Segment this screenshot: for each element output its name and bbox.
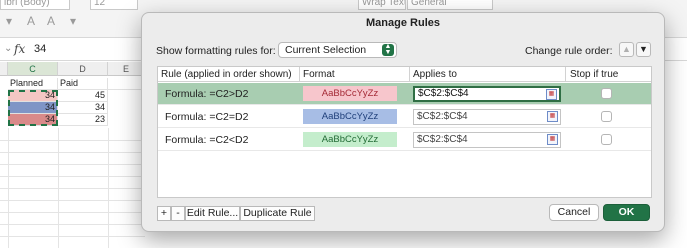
add-rule-button[interactable]: + bbox=[157, 206, 171, 221]
column-header-c[interactable]: C bbox=[8, 62, 58, 76]
gridline bbox=[0, 164, 145, 165]
applies-to-field[interactable]: $C$2:$C$4 ▦ bbox=[413, 86, 561, 102]
applies-to-value: $C$2:$C$4 bbox=[417, 134, 468, 145]
arrow-up-icon: ▲ bbox=[622, 44, 631, 54]
change-order-label: Change rule order: bbox=[525, 45, 613, 57]
rule-formula: Formula: =C2>D2 bbox=[165, 88, 249, 100]
column-header-rule: Rule (applied in order shown) bbox=[161, 69, 292, 80]
rules-list: Rule (applied in order shown) Format App… bbox=[157, 66, 652, 198]
font-shrink-icon[interactable]: A bbox=[44, 14, 58, 28]
remove-rule-button[interactable]: - bbox=[171, 206, 185, 221]
format-preview[interactable]: AaBbCcYyZz bbox=[303, 86, 397, 101]
edit-rule-button[interactable]: Edit Rule... bbox=[185, 206, 240, 221]
applies-to-field[interactable]: $C$2:$C$4 ▦ bbox=[413, 132, 561, 148]
gridline bbox=[0, 200, 145, 201]
stop-if-true-checkbox[interactable] bbox=[601, 134, 612, 145]
applies-to-value: $C$2:$C$4 bbox=[418, 88, 469, 99]
column-header-format: Format bbox=[303, 69, 335, 80]
cell-d2[interactable]: 45 bbox=[58, 90, 108, 102]
rules-scope-value: Current Selection bbox=[285, 44, 367, 56]
column-header-stop-if-true: Stop if true bbox=[570, 69, 619, 80]
up-down-arrows-icon: ▲ ▼ bbox=[382, 43, 394, 56]
rules-list-header: Rule (applied in order shown) Format App… bbox=[158, 67, 651, 82]
rule-row[interactable]: Formula: =C2=D2 AaBbCcYyZz $C$2:$C$4 ▦ bbox=[158, 106, 651, 128]
manage-rules-dialog: Manage Rules Show formatting rules for: … bbox=[141, 12, 665, 232]
column-divider bbox=[409, 67, 410, 82]
cancel-button[interactable]: Cancel bbox=[549, 204, 599, 221]
move-rule-down-button[interactable]: ▼ bbox=[636, 42, 651, 57]
rule-row[interactable]: Formula: =C2>D2 AaBbCcYyZz $C$2:$C$4 ▦ bbox=[158, 83, 651, 105]
format-preview[interactable]: AaBbCcYyZz bbox=[303, 109, 397, 124]
rule-row[interactable]: Formula: =C2<D2 AaBbCcYyZz $C$2:$C$4 ▦ bbox=[158, 129, 651, 151]
rule-formula: Formula: =C2<D2 bbox=[165, 134, 249, 146]
column-divider bbox=[299, 67, 300, 82]
ok-button[interactable]: OK bbox=[603, 204, 650, 221]
gridline bbox=[0, 212, 145, 213]
format-preview[interactable]: AaBbCcYyZz bbox=[303, 132, 397, 147]
applies-to-field[interactable]: $C$2:$C$4 ▦ bbox=[413, 109, 561, 125]
range-picker-icon[interactable]: ▦ bbox=[547, 111, 558, 122]
chevron-down-icon[interactable]: ⌄ bbox=[4, 43, 12, 54]
function-icon[interactable]: fx bbox=[14, 42, 25, 56]
show-rules-label: Show formatting rules for: bbox=[156, 45, 276, 57]
cell-c2[interactable]: 34 bbox=[8, 90, 58, 102]
gridline bbox=[0, 236, 145, 237]
cell-d4[interactable]: 23 bbox=[58, 114, 108, 126]
wrap-text-button[interactable]: Wrap Text bbox=[358, 0, 406, 10]
applies-to-value: $C$2:$C$4 bbox=[417, 111, 468, 122]
duplicate-rule-button[interactable]: Duplicate Rule bbox=[240, 206, 315, 221]
gridline bbox=[0, 152, 145, 153]
font-grow-icon[interactable]: A bbox=[24, 14, 38, 28]
bold-icon[interactable]: ▾ bbox=[2, 14, 16, 28]
cell-c4[interactable]: 34 bbox=[8, 114, 58, 126]
number-format-box[interactable]: General bbox=[407, 0, 493, 10]
gridline bbox=[0, 188, 145, 189]
rule-formula: Formula: =C2=D2 bbox=[165, 111, 249, 123]
rules-scope-select[interactable]: Current Selection ▲ ▼ bbox=[278, 42, 397, 58]
gridline bbox=[0, 224, 145, 225]
font-size-box[interactable]: 12 bbox=[90, 0, 138, 10]
range-picker-icon[interactable]: ▦ bbox=[546, 89, 557, 100]
cell-header-paid[interactable]: Paid bbox=[58, 78, 108, 90]
row-header-corner[interactable] bbox=[0, 62, 8, 76]
underline-icon[interactable]: ▾ bbox=[66, 14, 80, 28]
stop-if-true-checkbox[interactable] bbox=[601, 88, 612, 99]
cell-c3[interactable]: 34 bbox=[8, 102, 58, 114]
move-rule-up-button[interactable]: ▲ bbox=[619, 42, 634, 57]
cell-d3[interactable]: 34 bbox=[58, 102, 108, 114]
formula-value[interactable]: 34 bbox=[34, 43, 46, 55]
column-divider bbox=[565, 67, 566, 82]
cell-header-planned[interactable]: Planned bbox=[8, 78, 58, 90]
column-header-e[interactable]: E bbox=[108, 62, 145, 76]
stop-if-true-checkbox[interactable] bbox=[601, 111, 612, 122]
font-name-box[interactable]: ibri (Body) bbox=[0, 0, 70, 10]
dialog-title: Manage Rules bbox=[366, 17, 440, 29]
column-header-applies-to: Applies to bbox=[413, 69, 457, 80]
arrow-down-icon: ▼ bbox=[639, 44, 648, 54]
column-header-d[interactable]: D bbox=[58, 62, 108, 76]
gridline bbox=[0, 140, 145, 141]
range-picker-icon[interactable]: ▦ bbox=[547, 134, 558, 145]
cell[interactable] bbox=[108, 78, 145, 90]
gridline bbox=[0, 176, 145, 177]
